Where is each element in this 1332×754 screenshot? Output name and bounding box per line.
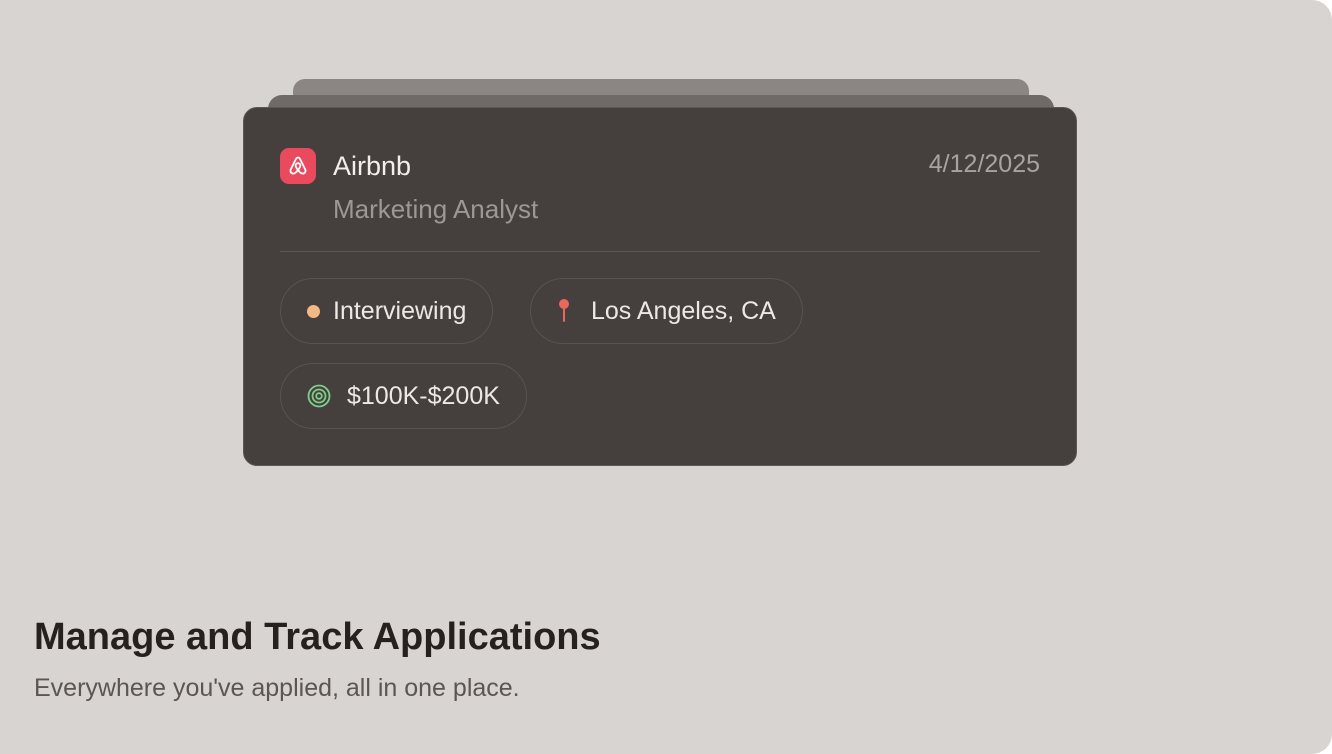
- application-card[interactable]: Airbnb Marketing Analyst 4/12/2025 Inter…: [243, 107, 1077, 466]
- map-pin-icon: [559, 299, 569, 322]
- feature-subtitle: Everywhere you've applied, all in one pl…: [34, 674, 520, 702]
- location-badge[interactable]: Los Angeles, CA: [530, 278, 803, 344]
- status-label: Interviewing: [333, 296, 467, 325]
- location-label: Los Angeles, CA: [591, 296, 776, 325]
- status-badge[interactable]: Interviewing: [280, 278, 494, 344]
- company-name: Airbnb: [333, 151, 412, 181]
- feature-panel: Airbnb Marketing Analyst 4/12/2025 Inter…: [0, 0, 1332, 754]
- job-title: Marketing Analyst: [333, 194, 539, 224]
- feature-title: Manage and Track Applications: [34, 616, 601, 658]
- status-dot-icon: [307, 304, 320, 318]
- airbnb-logo-icon: [280, 148, 316, 184]
- salary-label: $100K-$200K: [347, 381, 500, 410]
- target-icon: [307, 384, 331, 408]
- salary-badge[interactable]: $100K-$200K: [280, 363, 527, 429]
- application-date: 4/12/2025: [928, 150, 1040, 178]
- card-divider: [280, 251, 1040, 252]
